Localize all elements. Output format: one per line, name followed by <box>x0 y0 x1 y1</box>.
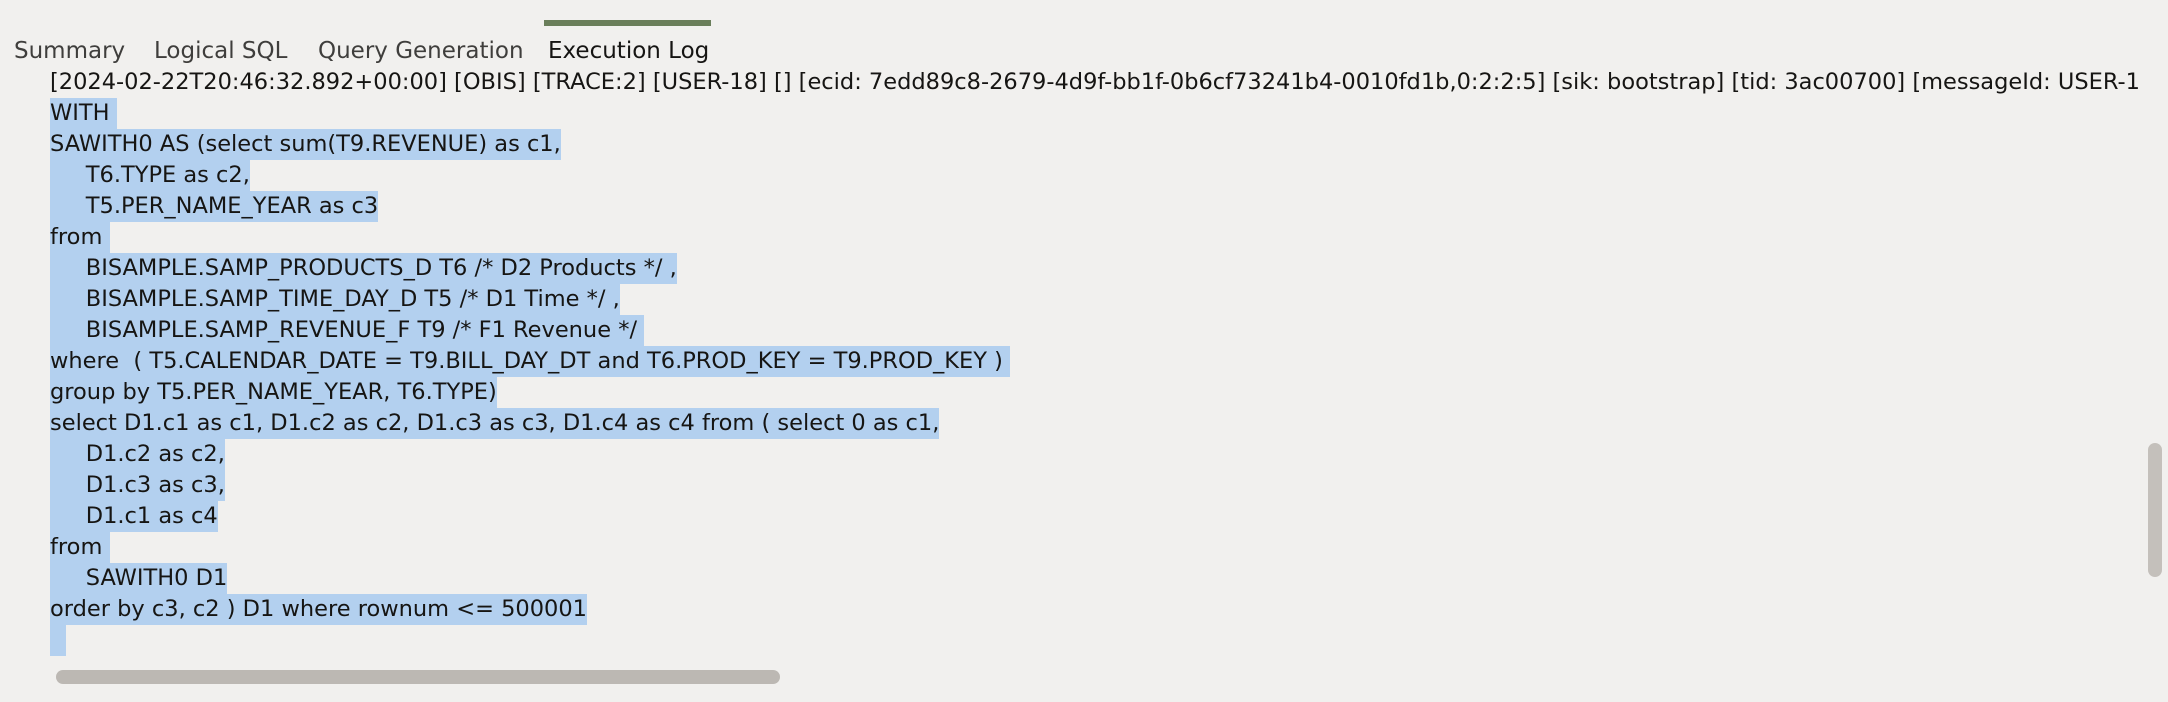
vertical-scrollbar-thumb[interactable] <box>2148 443 2162 577</box>
horizontal-scrollbar-thumb[interactable] <box>56 670 780 684</box>
log-line: where ( T5.CALENDAR_DATE = T9.BILL_DAY_D… <box>50 346 2150 377</box>
log-line: T5.PER_NAME_YEAR as c3 <box>50 191 2150 222</box>
execution-log-panel: Summary Logical SQL Query Generation Exe… <box>0 0 2168 702</box>
log-line: BISAMPLE.SAMP_TIME_DAY_D T5 /* D1 Time *… <box>50 284 2150 315</box>
log-line: SAWITH0 D1 <box>50 563 2150 594</box>
log-header-text: [2024-02-22T20:46:32.892+00:00] [OBIS] [… <box>50 69 2140 95</box>
log-line: group by T5.PER_NAME_YEAR, T6.TYPE) <box>50 377 2150 408</box>
log-line: select D1.c1 as c1, D1.c2 as c2, D1.c3 a… <box>50 408 2150 439</box>
tab-bar: Summary Logical SQL Query Generation Exe… <box>0 20 760 68</box>
tab-logical-sql[interactable]: Logical SQL <box>154 20 287 68</box>
selection-end-line <box>50 625 2150 656</box>
log-line: BISAMPLE.SAMP_PRODUCTS_D T6 /* D2 Produc… <box>50 253 2150 284</box>
tab-execution-log[interactable]: Execution Log <box>544 20 711 68</box>
log-line: D1.c3 as c3, <box>50 470 2150 501</box>
log-line: order by c3, c2 ) D1 where rownum <= 500… <box>50 594 2150 625</box>
log-line: WITH <box>50 98 2150 129</box>
execution-log-text[interactable]: [2024-02-22T20:46:32.892+00:00] [OBIS] [… <box>50 67 2150 667</box>
log-line: from <box>50 532 2150 563</box>
log-line: D1.c2 as c2, <box>50 439 2150 470</box>
tab-query-generation[interactable]: Query Generation <box>318 20 524 68</box>
log-header-line: [2024-02-22T20:46:32.892+00:00] [OBIS] [… <box>50 67 2150 98</box>
log-line: from <box>50 222 2150 253</box>
log-line: D1.c1 as c4 <box>50 501 2150 532</box>
tab-summary[interactable]: Summary <box>14 20 125 68</box>
log-line: BISAMPLE.SAMP_REVENUE_F T9 /* F1 Revenue… <box>50 315 2150 346</box>
log-line: T6.TYPE as c2, <box>50 160 2150 191</box>
log-line: SAWITH0 AS (select sum(T9.REVENUE) as c1… <box>50 129 2150 160</box>
